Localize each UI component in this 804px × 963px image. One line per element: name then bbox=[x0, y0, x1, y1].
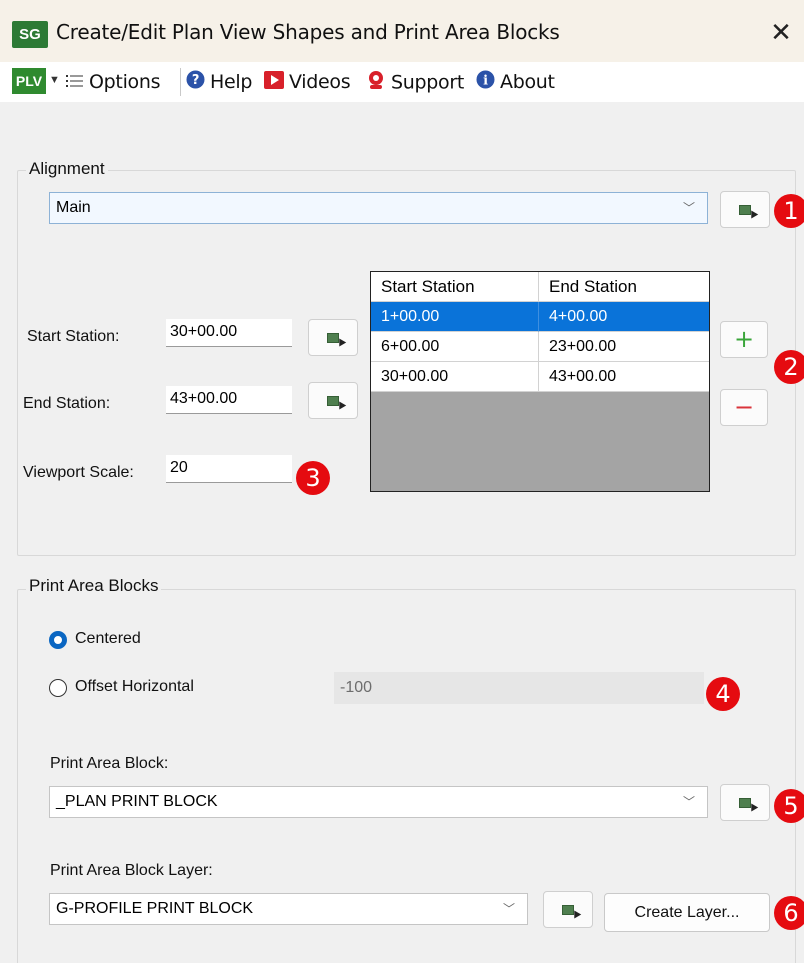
print-area-block-layer-value: G-PROFILE PRINT BLOCK bbox=[56, 900, 254, 917]
station-table[interactable]: Start Station End Station 1+00.00 4+00.0… bbox=[370, 271, 710, 492]
table-cell[interactable]: 43+00.00 bbox=[539, 362, 709, 392]
svg-text:i: i bbox=[483, 74, 488, 89]
plv-menu-button[interactable]: PLV bbox=[12, 68, 46, 94]
help-icon: ? bbox=[186, 70, 205, 95]
pick-icon bbox=[327, 396, 339, 406]
pick-icon bbox=[739, 798, 751, 808]
chevron-down-icon: ﹀ bbox=[682, 201, 695, 215]
alignment-select[interactable]: Main ﹀ bbox=[49, 192, 708, 224]
menu-support[interactable]: Support bbox=[366, 70, 464, 94]
table-cell[interactable]: 4+00.00 bbox=[539, 302, 709, 332]
print-area-group-title: Print Area Blocks bbox=[26, 576, 162, 596]
table-cell[interactable]: 23+00.00 bbox=[539, 332, 709, 362]
offset-horizontal-radio[interactable] bbox=[49, 679, 67, 697]
callout-badge-5: 5 bbox=[774, 789, 804, 823]
viewport-scale-label: Viewport Scale: bbox=[23, 464, 134, 481]
toolbar-strip bbox=[0, 102, 804, 144]
support-icon bbox=[366, 70, 386, 96]
table-cell[interactable]: 30+00.00 bbox=[371, 362, 539, 392]
print-area-block-layer-select[interactable]: G-PROFILE PRINT BLOCK ﹀ bbox=[49, 893, 528, 925]
start-station-input[interactable]: 30+00.00 bbox=[166, 319, 292, 347]
callout-badge-1: 1 bbox=[774, 194, 804, 228]
end-station-input[interactable]: 43+00.00 bbox=[166, 386, 292, 414]
chevron-down-icon[interactable]: ▼ bbox=[49, 74, 60, 86]
table-cell[interactable]: 1+00.00 bbox=[371, 302, 539, 332]
callout-badge-2: 2 bbox=[774, 350, 804, 384]
pick-end-station-button[interactable] bbox=[308, 382, 358, 419]
table-header-row: Start Station End Station bbox=[371, 272, 709, 302]
print-area-block-label: Print Area Block: bbox=[50, 755, 169, 772]
table-row[interactable]: 1+00.00 4+00.00 bbox=[371, 302, 709, 332]
info-icon: i bbox=[476, 70, 495, 95]
callout-badge-6: 6 bbox=[774, 896, 804, 930]
callout-badge-4: 4 bbox=[706, 677, 740, 711]
table-row[interactable]: 6+00.00 23+00.00 bbox=[371, 332, 709, 362]
print-area-block-value: _PLAN PRINT BLOCK bbox=[56, 793, 218, 810]
menu-help[interactable]: ? Help bbox=[186, 70, 252, 94]
menu-help-label: Help bbox=[210, 71, 253, 93]
pick-icon bbox=[739, 205, 751, 215]
start-station-label: Start Station: bbox=[27, 328, 120, 345]
create-layer-button[interactable]: Create Layer... bbox=[604, 893, 770, 932]
column-header-start[interactable]: Start Station bbox=[371, 272, 539, 302]
centered-label[interactable]: Centered bbox=[75, 630, 141, 648]
pick-icon bbox=[327, 333, 339, 343]
callout-badge-3: 3 bbox=[296, 461, 330, 495]
pick-layer-button[interactable] bbox=[543, 891, 593, 928]
menu-videos[interactable]: Videos bbox=[264, 70, 351, 95]
chevron-down-icon: ﹀ bbox=[682, 795, 695, 809]
alignment-group-title: Alignment bbox=[26, 159, 108, 179]
alignment-select-value: Main bbox=[56, 199, 91, 216]
dialog-window: SG Create/Edit Plan View Shapes and Prin… bbox=[0, 0, 804, 963]
video-icon bbox=[264, 70, 284, 95]
pick-start-station-button[interactable] bbox=[308, 319, 358, 356]
menu-support-label: Support bbox=[391, 71, 465, 94]
menu-options-label: Options bbox=[89, 71, 161, 93]
window-title: Create/Edit Plan View Shapes and Print A… bbox=[56, 20, 560, 44]
app-logo-icon: SG bbox=[12, 21, 48, 48]
pick-alignment-button[interactable] bbox=[720, 191, 770, 228]
title-bar: SG Create/Edit Plan View Shapes and Prin… bbox=[0, 0, 804, 62]
end-station-label: End Station: bbox=[23, 395, 111, 412]
column-header-end[interactable]: End Station bbox=[539, 272, 709, 302]
menu-about-label: About bbox=[500, 71, 555, 93]
add-station-button[interactable]: + bbox=[720, 321, 768, 358]
menu-options[interactable]: Options bbox=[66, 70, 161, 95]
remove-station-button[interactable]: − bbox=[720, 389, 768, 426]
table-row[interactable]: 30+00.00 43+00.00 bbox=[371, 362, 709, 392]
table-cell[interactable]: 6+00.00 bbox=[371, 332, 539, 362]
print-area-block-layer-label: Print Area Block Layer: bbox=[50, 862, 213, 879]
print-area-block-select[interactable]: _PLAN PRINT BLOCK ﹀ bbox=[49, 786, 708, 818]
offset-horizontal-label[interactable]: Offset Horizontal bbox=[75, 678, 194, 696]
offset-horizontal-input[interactable]: -100 bbox=[334, 672, 704, 704]
pick-icon bbox=[562, 905, 574, 915]
menu-videos-label: Videos bbox=[289, 71, 351, 93]
pick-print-block-button[interactable] bbox=[720, 784, 770, 821]
list-icon bbox=[66, 71, 84, 95]
menu-about[interactable]: i About bbox=[476, 70, 555, 94]
viewport-scale-input[interactable]: 20 bbox=[166, 455, 292, 483]
close-button[interactable]: ✕ bbox=[766, 18, 796, 48]
menu-separator bbox=[180, 68, 181, 96]
svg-text:?: ? bbox=[192, 73, 199, 88]
centered-radio[interactable] bbox=[49, 631, 67, 649]
chevron-down-icon: ﹀ bbox=[502, 902, 515, 916]
